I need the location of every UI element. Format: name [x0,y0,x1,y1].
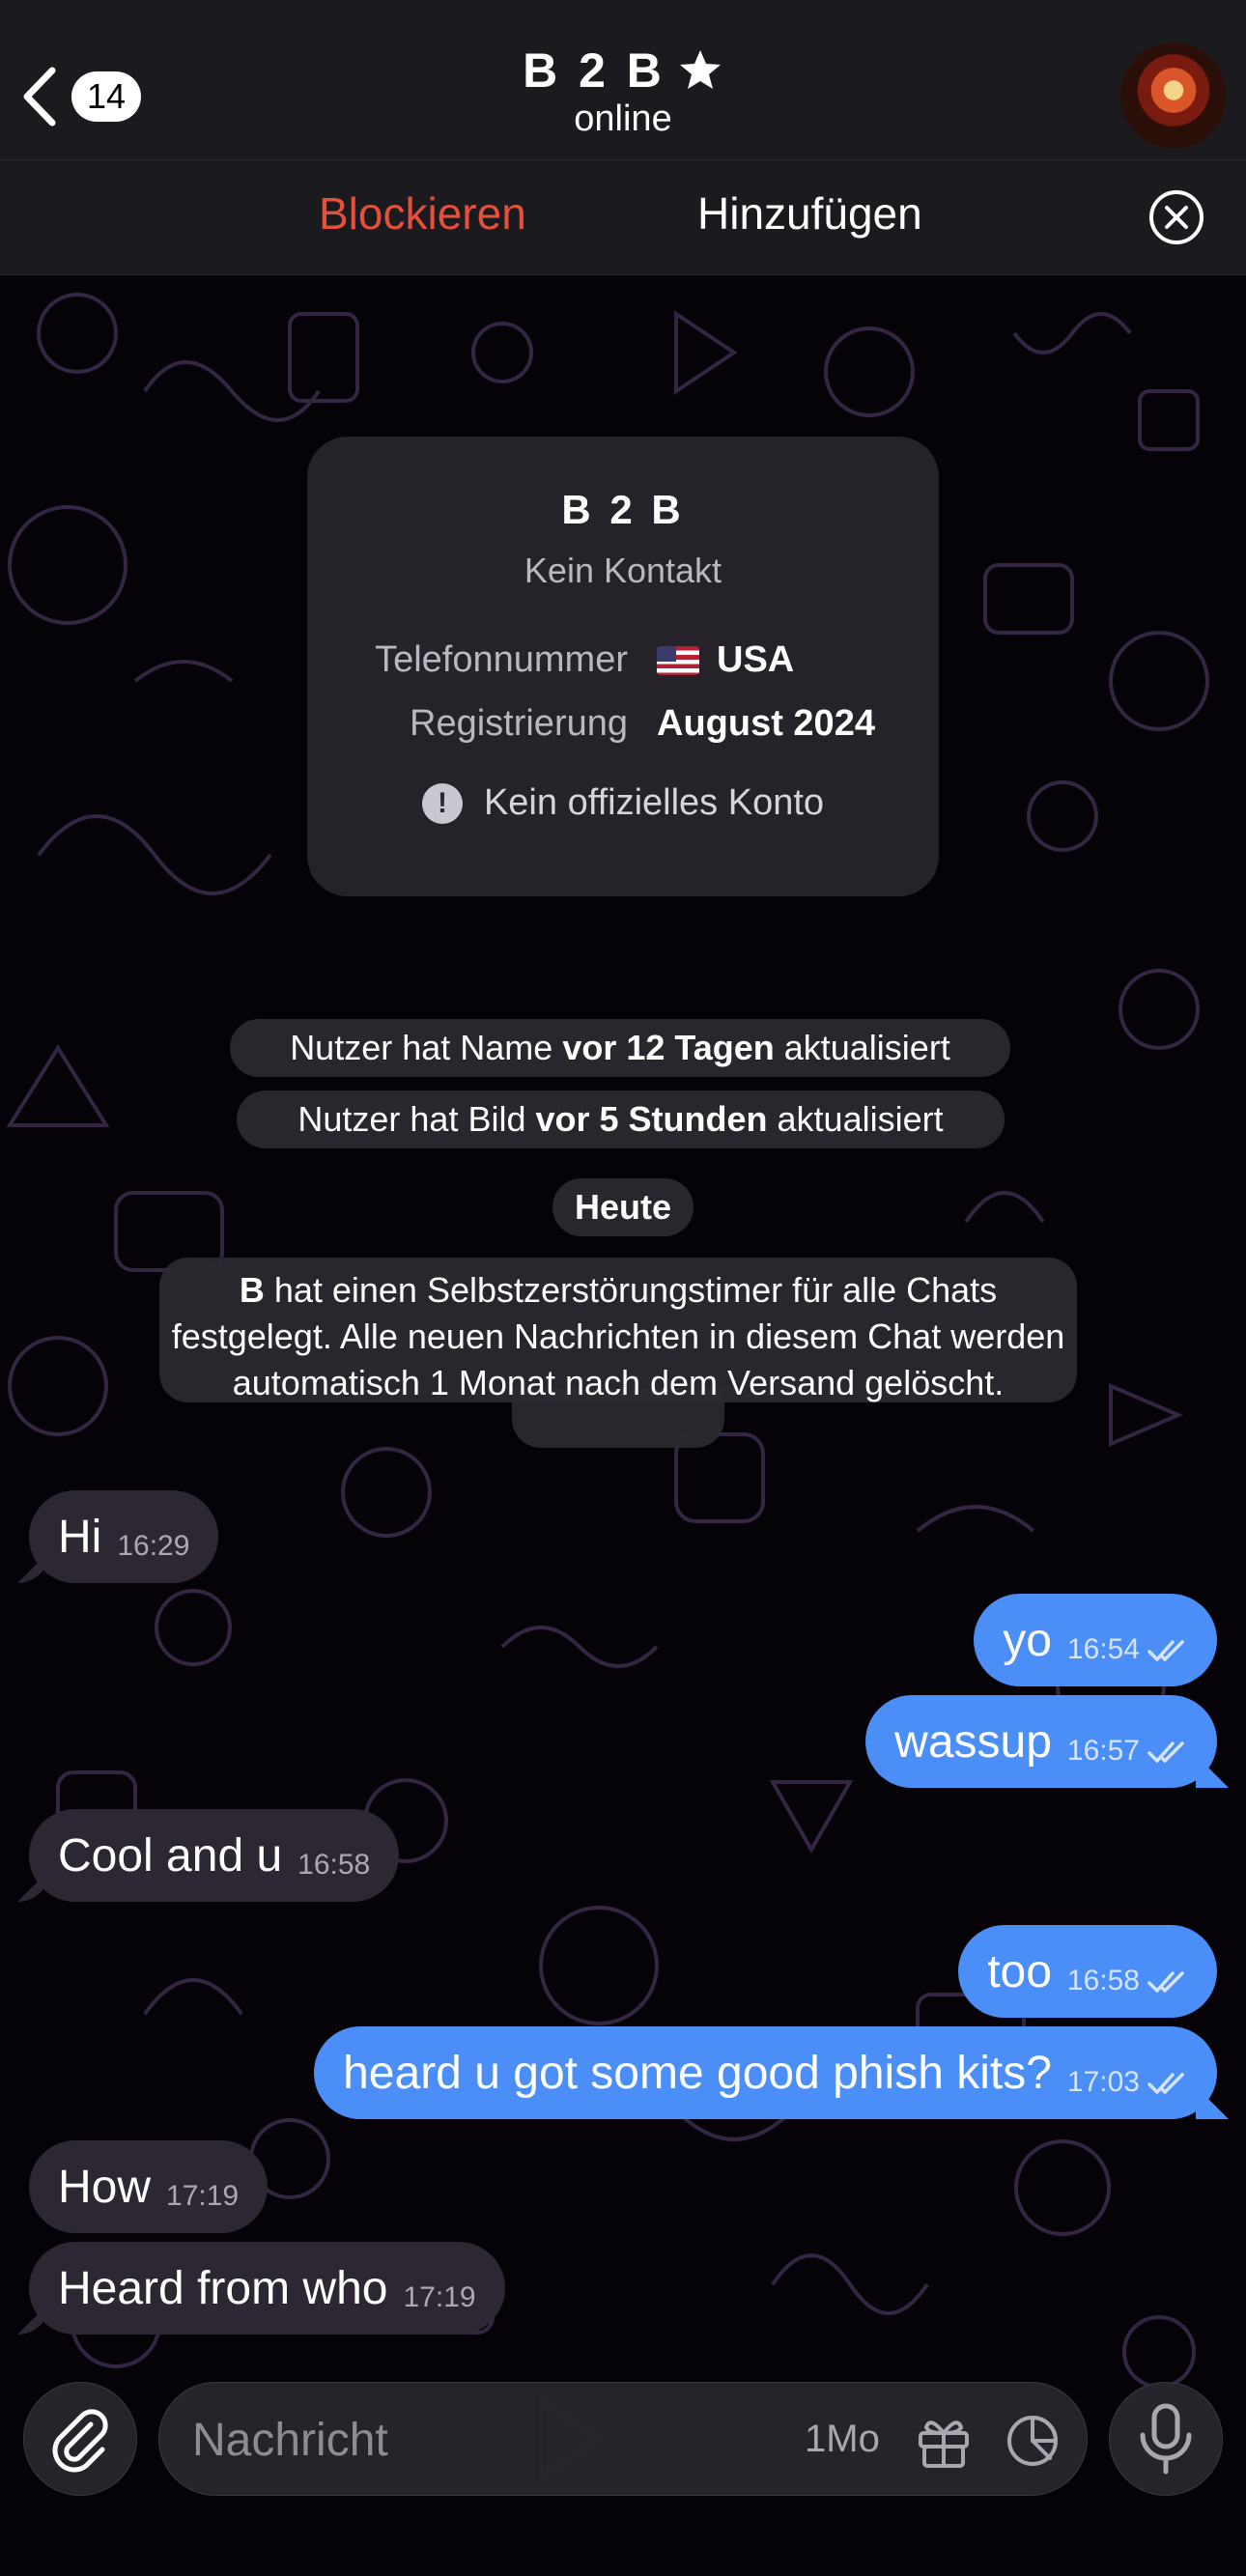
message-text: How [58,2161,152,2213]
paperclip-icon [52,2409,108,2473]
message-outgoing[interactable]: heard u got some good phish kits? 17:03 [314,2026,1217,2119]
phone-country: USA [717,639,795,680]
timer-notice-user: B [239,1270,265,1310]
chat-status: online [574,99,672,139]
message-time: 16:29 [117,1530,190,1562]
microphone-icon [1140,2403,1192,2475]
avatar[interactable] [1120,42,1227,149]
message-outgoing[interactable]: too 16:58 [958,1925,1217,2018]
info-name: B 2 B [561,487,685,532]
unofficial-account-notice: ! Kein offizielles Konto [307,782,939,824]
photo-update-post: aktualisiert [767,1099,944,1139]
registration-label: Registrierung [410,703,628,744]
back-button[interactable]: 14 [17,62,153,131]
block-button[interactable]: Blockieren [319,187,526,240]
message-input-field: 1Mo [158,2382,1088,2496]
unread-count-badge: 14 [71,71,142,122]
double-check-icon [1147,2073,1184,2094]
message-time: 16:58 [297,1849,371,1881]
double-check-icon [1147,1971,1184,1993]
message-time: 17:19 [403,2281,476,2313]
message-time: 17:19 [166,2180,240,2212]
phone-value: USA [657,639,794,681]
message-time: 16:58 [1066,1965,1140,1996]
message-incoming[interactable]: Hi 16:29 [29,1490,219,1583]
registration-value: August 2024 [657,703,875,744]
add-contact-button[interactable]: Hinzufügen [697,187,922,240]
contact-info-card: B 2 B Kein Kontakt Telefonnummer USA Reg… [307,437,939,896]
photo-update-when: vor 5 Stunden [535,1099,768,1139]
message-incoming[interactable]: Heard from who 17:19 [29,2242,505,2335]
name-update-notice: Nutzer hat Name vor 12 Tagen aktualisier… [230,1019,1010,1077]
chat-title: B 2 B [523,42,723,99]
message-incoming[interactable]: Cool and u 16:58 [29,1809,400,1902]
info-contact-status: Kein Kontakt [524,551,722,590]
self-destruct-timer-notice: B hat einen Selbstzerstörungstimer für a… [159,1258,1077,1451]
chat-header: 14 B 2 B online [0,0,1246,160]
message-text: wassup [894,1715,1052,1768]
name-update-post: aktualisiert [774,1028,950,1067]
message-outgoing[interactable]: yo 16:54 [974,1594,1217,1686]
self-destruct-timer-icon[interactable] [1002,2410,1063,2472]
gift-icon[interactable] [913,2410,975,2472]
phone-label: Telefonnummer [375,639,628,680]
date-separator: Heute [552,1178,694,1236]
photo-update-pre: Nutzer hat Bild [297,1099,536,1139]
attach-button[interactable] [23,2382,137,2496]
chat-title-area[interactable]: B 2 B online [333,42,913,140]
message-text: Cool and u [58,1829,283,1882]
chevron-left-icon [23,67,56,127]
double-check-icon [1147,1640,1184,1661]
star-icon [679,50,721,89]
timer-notice-body: hat einen Selbstzerstörungstimer für all… [171,1270,1065,1402]
message-input[interactable] [192,2404,810,2476]
message-time: 16:54 [1066,1633,1140,1665]
message-text: too [987,1945,1052,1997]
microphone-button[interactable] [1109,2382,1223,2496]
message-text: Heard from who [58,2262,388,2314]
name-update-pre: Nutzer hat Name [290,1028,563,1067]
double-check-icon [1147,1741,1184,1763]
us-flag-icon [657,645,699,675]
warning-text: Kein offizielles Konto [483,782,825,823]
name-update-when: vor 12 Tagen [562,1028,775,1067]
close-icon[interactable] [1147,188,1205,246]
message-incoming[interactable]: How 17:19 [29,2140,269,2233]
timer-notice-text: B hat einen Selbstzerstörungstimer für a… [159,1267,1077,1406]
date-label: Heute [574,1187,672,1227]
exclamation-icon: ! [421,782,463,824]
chat-title-text: B 2 B [523,43,665,98]
message-text: heard u got some good phish kits? [343,2047,1052,2099]
message-text: Hi [58,1511,102,1563]
message-time: 17:03 [1066,2066,1140,2098]
message-text: yo [1003,1614,1052,1666]
auto-delete-timer-button[interactable]: 1Mo [805,2418,880,2461]
contact-action-bar: Blockieren Hinzufügen [0,160,1246,275]
message-time: 16:57 [1066,1735,1140,1767]
message-outgoing[interactable]: wassup 16:57 [865,1695,1217,1788]
photo-update-notice: Nutzer hat Bild vor 5 Stunden aktualisie… [237,1090,1005,1148]
